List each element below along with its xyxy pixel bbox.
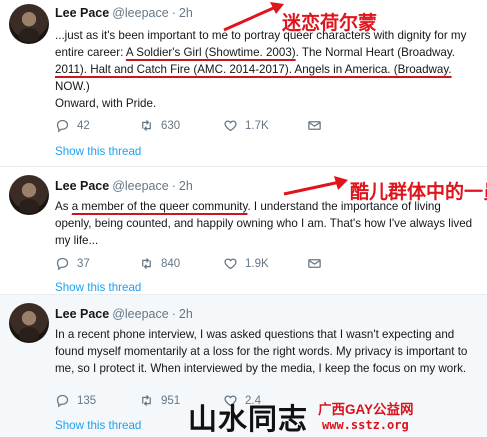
reply-button[interactable]: 42	[55, 118, 139, 133]
timestamp[interactable]: 2h	[179, 6, 193, 20]
retweet-button[interactable]: 840	[139, 256, 223, 271]
reply-count: 37	[77, 257, 90, 270]
reply-button[interactable]: 135	[55, 393, 139, 408]
reply-icon	[56, 394, 69, 408]
annotation-label-1: 迷恋荷尔蒙	[282, 13, 378, 34]
text-line: me, so I protect it. When interviewed by…	[55, 362, 467, 375]
like-icon	[224, 120, 237, 132]
show-thread-link[interactable]: Show this thread	[55, 281, 141, 294]
timestamp[interactable]: 2h	[179, 307, 193, 321]
tweet-text: ...just as it's been important to me to …	[55, 27, 483, 112]
tweet-header: Lee Pace @leepace · 2h	[55, 6, 193, 20]
text-line: openly, being counted, and happily ownin…	[55, 217, 473, 230]
text-line: In a recent phone interview, I was asked…	[55, 328, 455, 341]
like-button[interactable]: 1.9K	[223, 256, 307, 271]
like-button[interactable]: 1.7K	[223, 118, 307, 133]
like-icon	[224, 258, 237, 270]
watermark-url: www.sstz.org	[322, 418, 409, 432]
underlined-phrase: A Soldier's Girl (Showtime. 2003)	[125, 46, 296, 59]
user-handle[interactable]: @leepace	[112, 307, 168, 321]
like-count: 1.7K	[245, 119, 269, 132]
retweet-icon	[142, 395, 151, 406]
retweet-icon	[142, 258, 151, 269]
annotation-arrow-2	[283, 176, 348, 196]
avatar[interactable]	[9, 303, 49, 343]
dm-button[interactable]	[307, 256, 391, 271]
display-name[interactable]: Lee Pace	[55, 307, 109, 321]
avatar[interactable]	[9, 175, 49, 215]
retweet-count: 951	[161, 394, 181, 407]
text-line: 2011). Halt and Catch Fire (AMC. 2014-20…	[55, 63, 452, 76]
retweet-count: 840	[161, 257, 181, 270]
user-handle[interactable]: @leepace	[112, 6, 168, 20]
dm-icon	[308, 259, 321, 268]
separator: ·	[171, 6, 176, 20]
dm-button[interactable]	[307, 118, 391, 133]
timestamp[interactable]: 2h	[179, 179, 193, 193]
reply-icon	[56, 257, 69, 271]
reply-count: 135	[77, 394, 97, 407]
tweet-header: Lee Pace @leepace · 2h	[55, 179, 193, 193]
display-name[interactable]: Lee Pace	[55, 6, 109, 20]
user-handle[interactable]: @leepace	[112, 179, 168, 193]
underlined-phrase: a member of the queer community	[71, 200, 248, 213]
tweet-text: In a recent phone interview, I was asked…	[55, 326, 483, 377]
text-line: Onward, with Pride.	[55, 97, 157, 110]
separator: ·	[171, 179, 176, 193]
retweet-count: 630	[161, 119, 181, 132]
tweet-actions: 42 630 1.7K	[55, 118, 391, 133]
avatar[interactable]	[9, 4, 49, 44]
display-name[interactable]: Lee Pace	[55, 179, 109, 193]
show-thread-link[interactable]: Show this thread	[55, 419, 141, 432]
like-count: 1.9K	[245, 257, 269, 270]
reply-icon	[56, 119, 69, 133]
retweet-button[interactable]: 630	[139, 118, 223, 133]
tweet-actions: 37 840 1.9K	[55, 256, 391, 271]
watermark-title: 山水同志	[188, 402, 309, 436]
annotation-label-2: 酷儿群体中的一员	[350, 182, 487, 203]
separator: ·	[171, 307, 176, 321]
show-thread-link[interactable]: Show this thread	[55, 145, 141, 158]
reply-button[interactable]: 37	[55, 256, 139, 271]
text-line: found myself momentarily at a loss for t…	[55, 345, 468, 358]
dm-icon	[308, 121, 321, 130]
watermark-site-name: 广西GAY公益网	[318, 402, 414, 417]
retweet-icon	[142, 120, 151, 131]
reply-count: 42	[77, 119, 90, 132]
text-line: NOW.)	[55, 80, 90, 93]
annotation-arrow-1	[223, 2, 284, 32]
text-line: my life...	[55, 234, 99, 247]
text-line: entire career: A Soldier's Girl (Showtim…	[55, 46, 456, 59]
tweet-header: Lee Pace @leepace · 2h	[55, 307, 193, 321]
tweet-text: As a member of the queer community. I un…	[55, 198, 483, 249]
